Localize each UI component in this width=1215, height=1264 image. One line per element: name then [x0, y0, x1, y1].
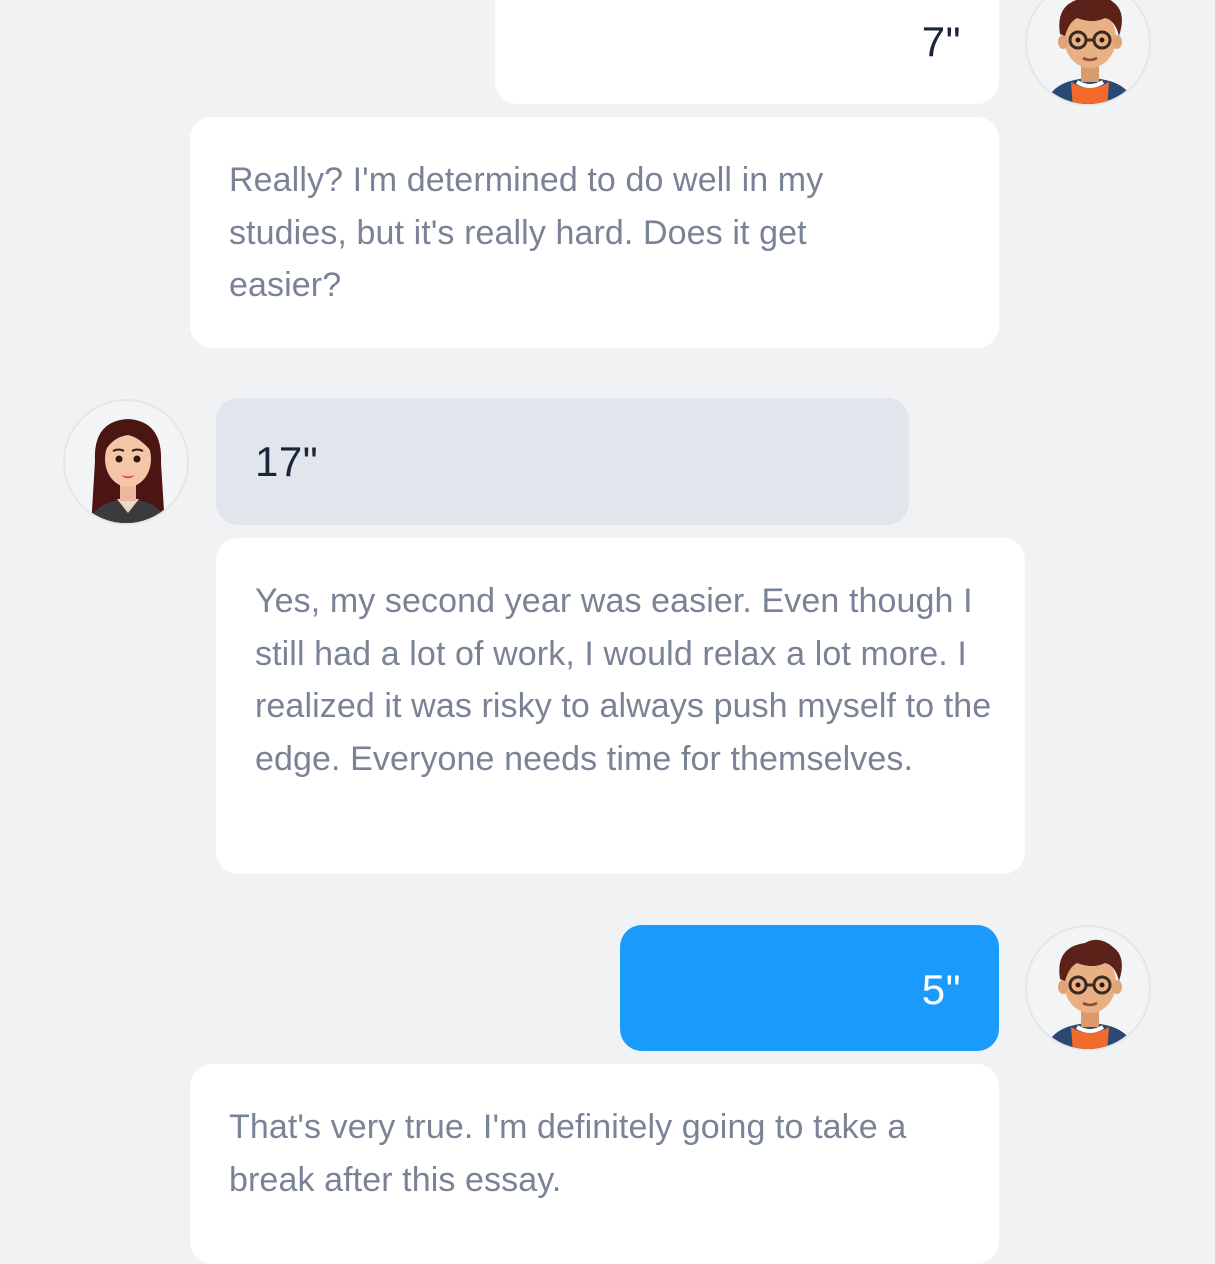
transcript-bubble-me: Really? I'm determined to do well in my … — [190, 117, 999, 348]
audio-message-bubble-me[interactable]: 7" — [495, 0, 999, 104]
boy-glasses-avatar-icon — [1045, 0, 1135, 104]
transcript-bubble-me: That's very true. I'm definitely going t… — [190, 1064, 999, 1264]
audio-duration: 5" — [921, 966, 961, 1013]
partner-avatar — [63, 399, 189, 525]
user-avatar — [1025, 925, 1151, 1051]
boy-glasses-avatar-icon — [1045, 939, 1135, 1049]
audio-duration: 7" — [921, 18, 961, 65]
transcript-bubble-partner: Yes, my second year was easier. Even tho… — [216, 538, 1025, 874]
audio-message-bubble-partner[interactable]: 17" — [216, 398, 909, 525]
transcript-text: That's very true. I'm definitely going t… — [229, 1108, 907, 1199]
audio-message-bubble-me-active[interactable]: 5" — [620, 925, 999, 1051]
woman-long-hair-avatar-icon — [88, 419, 168, 523]
transcript-text: Really? I'm determined to do well in my … — [229, 161, 824, 304]
transcript-text: Yes, my second year was easier. Even tho… — [255, 582, 992, 778]
user-avatar — [1025, 0, 1151, 106]
audio-duration: 17" — [255, 438, 319, 485]
